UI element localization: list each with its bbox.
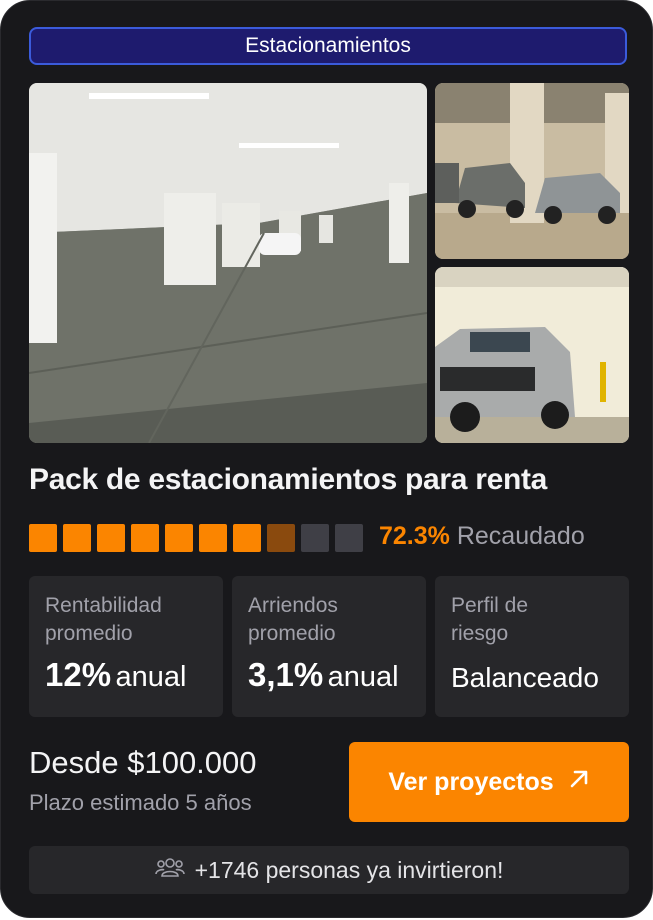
estimated-term: Plazo estimado 5 años	[29, 790, 252, 815]
progress-segment	[97, 524, 125, 552]
stat-value-number: 3,1%	[248, 656, 324, 693]
category-badge: Estacionamientos	[29, 27, 627, 65]
progress-segment	[199, 524, 227, 552]
funding-percent-value: 72.3%	[379, 522, 450, 550]
progress-segment	[63, 524, 91, 552]
stat-rentabilidad: Rentabilidad promedio 12% anual	[29, 576, 223, 717]
funding-percent-label: Recaudado	[456, 522, 585, 550]
stat-perfil-riesgo: Perfil de riesgo Balanceado	[435, 576, 629, 717]
stat-label: Arriendos promedio	[248, 594, 338, 645]
stat-value: Balanceado	[451, 662, 613, 694]
funding-percentage: 72.3% Recaudado	[379, 522, 585, 551]
progress-segment	[267, 524, 295, 552]
progress-segment	[29, 524, 57, 552]
progress-segment	[165, 524, 193, 552]
progress-segment	[131, 524, 159, 552]
price-from: Desde $100.000	[29, 745, 257, 780]
arrow-up-right-icon	[568, 768, 590, 797]
stat-value-unit: anual	[327, 661, 399, 693]
view-projects-button[interactable]: Ver proyectos	[349, 742, 629, 822]
stat-value-unit: anual	[115, 661, 187, 693]
stat-value: 3,1% anual	[248, 656, 410, 694]
progress-segment	[301, 524, 329, 552]
investors-count-text: +1746 personas ya invirtieron!	[194, 856, 504, 883]
stat-value: 12% anual	[45, 656, 207, 694]
stat-value-text: Balanceado	[451, 662, 599, 693]
stat-arriendos: Arriendos promedio 3,1% anual	[232, 576, 426, 717]
stat-value-number: 12%	[45, 656, 112, 693]
progress-segment	[233, 524, 261, 552]
progress-segment	[335, 524, 363, 552]
stat-label: Perfil de riesgo	[451, 594, 529, 645]
funding-progress-bar	[29, 524, 363, 552]
investors-count-banner: +1746 personas ya invirtieron!	[29, 846, 629, 894]
project-card: Estacionamientos Pack de estacionamiento…	[0, 0, 653, 918]
main-photo[interactable]	[29, 83, 427, 443]
users-icon	[154, 855, 185, 885]
stat-label: Rentabilidad promedio	[45, 594, 162, 645]
secondary-photo-top[interactable]	[435, 83, 629, 259]
secondary-photo-bottom[interactable]	[435, 267, 629, 443]
project-title: Pack de estacionamientos para renta	[29, 463, 548, 496]
view-projects-label: Ver proyectos	[388, 767, 554, 796]
